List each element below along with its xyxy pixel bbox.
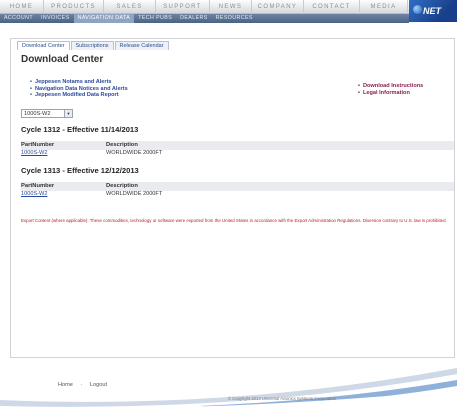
subnav-navigation-data[interactable]: NAVIGATION DATA <box>73 14 135 23</box>
tab-bar: Download Center Subscriptions Release Ca… <box>17 41 170 50</box>
nav-home[interactable]: HOME <box>0 0 44 14</box>
subnav-tech-pubs[interactable]: TECH PUBS <box>134 14 176 23</box>
top-nav: HOME PRODUCTS SALES SUPPORT NEWS COMPANY… <box>0 0 457 22</box>
cycle-heading: Cycle 1312 - Effective 11/14/2013 <box>21 125 139 134</box>
col-partnumber: PartNumber <box>21 183 55 189</box>
col-partnumber: PartNumber <box>21 142 55 148</box>
part-number-link[interactable]: 1000S-W2 <box>21 191 47 197</box>
col-description: Description <box>106 142 138 148</box>
table-header: PartNumber Description <box>21 141 454 150</box>
footer-logout-link[interactable]: Logout <box>90 382 107 388</box>
brand-logo-text: NET <box>423 6 441 16</box>
copyright-text: © Copyright 2013 Universal Avionics Syst… <box>228 396 336 401</box>
tab-subscriptions[interactable]: Subscriptions <box>70 41 114 50</box>
subnav-account[interactable]: ACCOUNT <box>0 14 37 23</box>
col-description: Description <box>106 183 138 189</box>
footer-links: Home · Logout <box>58 382 113 388</box>
footer-separator: · <box>80 382 83 388</box>
help-links: Download Instructions Legal Information <box>358 83 423 96</box>
table-row: 1000S-W2 WORLDWIDE 2000FT <box>21 191 454 198</box>
brand-logo[interactable]: NET <box>409 0 457 22</box>
resource-links: Jeppesen Notams and Alerts Navigation Da… <box>30 79 128 99</box>
subnav-dealers[interactable]: DEALERS <box>176 14 212 23</box>
link-legal-information[interactable]: Legal Information <box>358 90 423 97</box>
nav-contact[interactable]: CONTACT <box>304 0 360 14</box>
tab-download-center[interactable]: Download Center <box>17 41 70 50</box>
table-row: 1000S-W2 WORLDWIDE 2000FT <box>21 150 454 157</box>
nav-company[interactable]: COMPANY <box>252 0 304 14</box>
sub-nav: ACCOUNT INVOICES NAVIGATION DATA TECH PU… <box>0 14 409 23</box>
part-description: WORLDWIDE 2000FT <box>106 191 163 197</box>
chevron-down-icon[interactable]: ▼ <box>64 110 72 117</box>
nav-sales[interactable]: SALES <box>104 0 156 14</box>
nav-products[interactable]: PRODUCTS <box>44 0 104 14</box>
cycle-heading: Cycle 1313 - Effective 12/12/2013 <box>21 166 139 175</box>
subnav-invoices[interactable]: INVOICES <box>37 14 74 23</box>
nav-news[interactable]: NEWS <box>210 0 252 14</box>
part-select-value: 1000S-W2 <box>24 111 51 117</box>
tab-release-calendar[interactable]: Release Calendar <box>114 41 169 50</box>
part-description: WORLDWIDE 2000FT <box>106 150 163 156</box>
subnav-resources[interactable]: RESOURCES <box>212 14 257 23</box>
part-select[interactable]: 1000S-W2 ▼ <box>21 109 73 118</box>
footer-home-link[interactable]: Home <box>58 382 73 388</box>
nav-media[interactable]: MEDIA <box>360 0 408 14</box>
globe-icon <box>413 5 422 14</box>
nav-support[interactable]: SUPPORT <box>156 0 210 14</box>
link-download-instructions[interactable]: Download Instructions <box>358 83 423 90</box>
page-title: Download Center <box>21 54 104 65</box>
link-modified-data-report[interactable]: Jeppesen Modified Data Report <box>30 92 128 99</box>
part-number-link[interactable]: 1000S-W2 <box>21 150 47 156</box>
table-header: PartNumber Description <box>21 182 454 191</box>
export-notice: Export Content (where applicable): These… <box>21 218 447 223</box>
